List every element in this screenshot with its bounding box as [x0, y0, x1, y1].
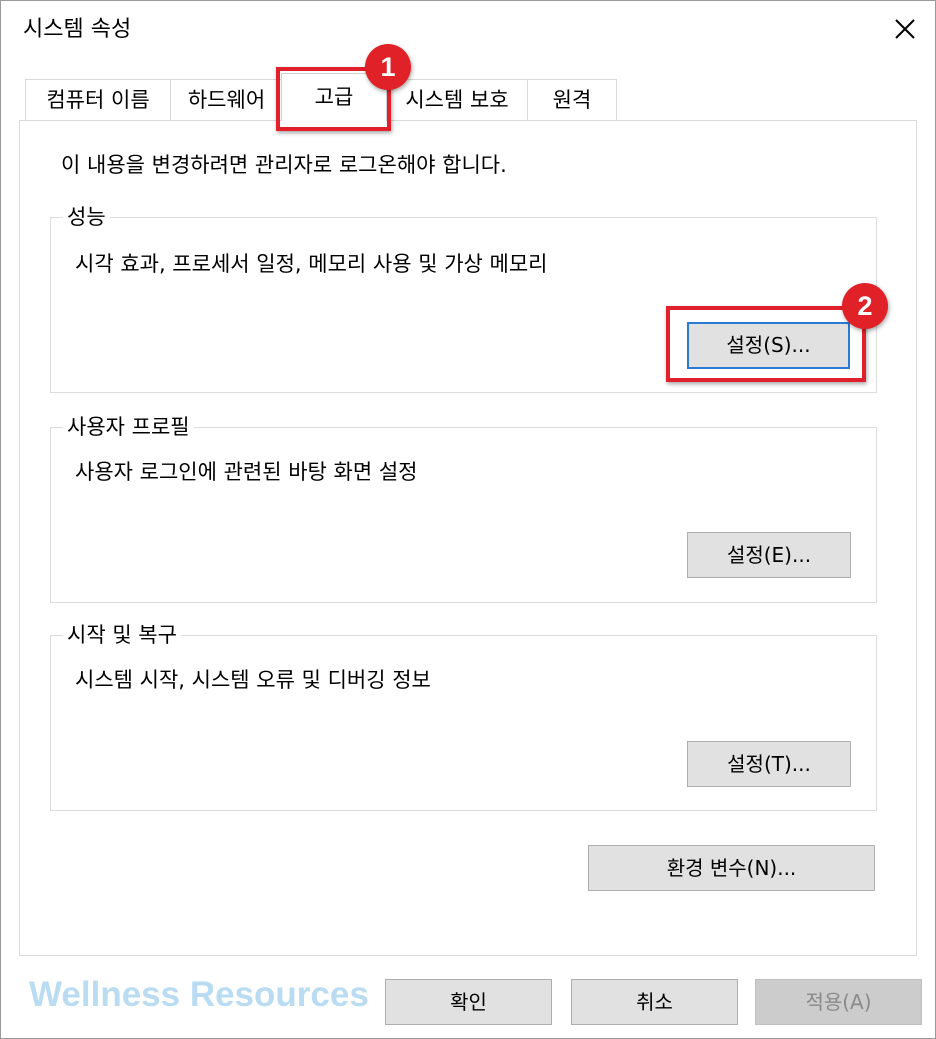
step1-badge: 1: [365, 44, 411, 90]
performance-description: 시각 효과, 프로세서 일정, 메모리 사용 및 가상 메모리: [75, 252, 548, 276]
startup-recovery-group-title: 시작 및 복구: [63, 621, 181, 649]
user-profiles-description: 사용자 로그인에 관련된 바탕 화면 설정: [75, 460, 418, 484]
system-properties-dialog: 시스템 속성 컴퓨터 이름 하드웨어 고급 시스템 보호 원격 이 내용을 변경…: [0, 0, 936, 1039]
watermark: Wellness Resources: [29, 975, 369, 1014]
cancel-button[interactable]: 취소: [571, 979, 738, 1025]
step2-badge: 2: [842, 283, 888, 329]
environment-variables-button[interactable]: 환경 변수(N)...: [588, 845, 875, 891]
performance-group-title: 성능: [63, 203, 110, 231]
tab-system-protection[interactable]: 시스템 보호: [386, 79, 528, 120]
apply-button[interactable]: 적용(A): [755, 979, 922, 1025]
startup-recovery-settings-button[interactable]: 설정(T)...: [687, 741, 851, 787]
step2-highlight: [666, 306, 866, 382]
tab-strip: 컴퓨터 이름 하드웨어 고급 시스템 보호 원격: [1, 1, 936, 121]
tab-remote[interactable]: 원격: [527, 79, 617, 120]
admin-notice: 이 내용을 변경하려면 관리자로 로그온해야 합니다.: [61, 153, 507, 177]
startup-recovery-description: 시스템 시작, 시스템 오류 및 디버깅 정보: [75, 668, 431, 692]
ok-button[interactable]: 확인: [385, 979, 552, 1025]
user-profiles-settings-button[interactable]: 설정(E)...: [687, 532, 851, 578]
tab-computer-name[interactable]: 컴퓨터 이름: [25, 79, 171, 120]
user-profiles-group-title: 사용자 프로필: [63, 413, 194, 441]
tab-hardware[interactable]: 하드웨어: [170, 79, 283, 120]
